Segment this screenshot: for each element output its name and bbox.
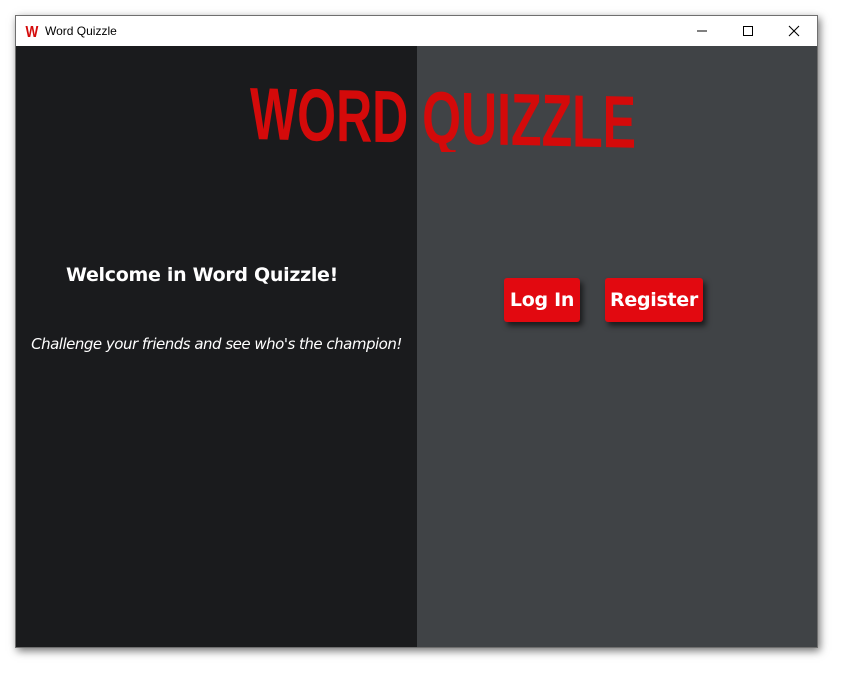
word-quizzle-logo: WORD QUIZZLE [250,76,636,152]
maximize-button[interactable] [725,16,771,46]
close-icon [788,25,800,37]
main-content: Welcome in Word Quizzle! Challenge your … [16,46,817,647]
svg-text:WORD QUIZZLE: WORD QUIZZLE [250,76,636,152]
tagline-text: Challenge your friends and see who's the… [31,335,402,353]
maximize-icon [743,26,753,36]
minimize-icon [697,30,707,32]
app-w-logo-icon: W [26,24,39,40]
welcome-heading: Welcome in Word Quizzle! [65,264,339,286]
title-bar[interactable]: W Word Quizzle [16,16,817,46]
svg-text:W: W [26,24,39,40]
login-button[interactable]: Log In [504,278,580,322]
close-button[interactable] [771,16,817,46]
app-window: W Word Quizzle Welcome in Word Quizzle! … [15,15,818,648]
minimize-button[interactable] [679,16,725,46]
window-title: Word Quizzle [45,24,117,38]
register-button[interactable]: Register [605,278,703,322]
